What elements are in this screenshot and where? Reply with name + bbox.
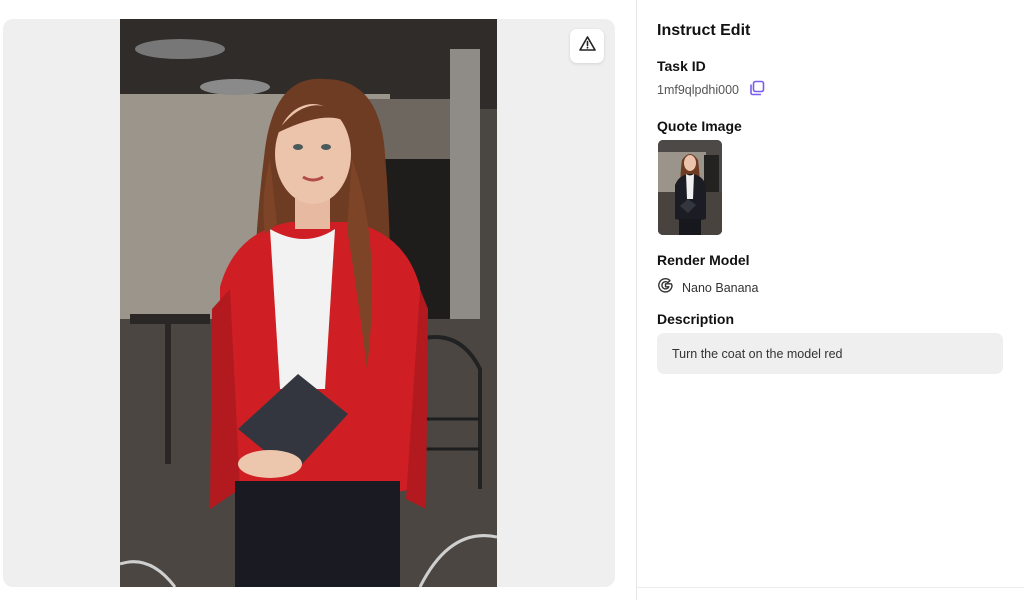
description-box: Turn the coat on the model red: [657, 333, 1003, 374]
app-window: Instruct Edit Task ID 1mf9qlpdhi000 Quot…: [0, 0, 1024, 600]
warning-triangle-icon: [578, 36, 596, 56]
image-preview-area: [3, 19, 615, 587]
copy-task-id-button[interactable]: [748, 80, 766, 101]
task-id-row: 1mf9qlpdhi000: [657, 80, 766, 101]
task-id-label: Task ID: [657, 58, 706, 74]
render-model-row: Nano Banana: [657, 277, 758, 299]
result-image[interactable]: [120, 19, 497, 587]
panel-bottom-border: [637, 587, 1024, 588]
copy-icon: [749, 80, 765, 101]
render-model-label: Render Model: [657, 252, 750, 268]
quote-image-thumbnail[interactable]: [658, 140, 722, 235]
description-text: Turn the coat on the model red: [672, 346, 843, 361]
report-button[interactable]: [570, 29, 604, 63]
panel-title: Instruct Edit: [657, 22, 751, 39]
description-label: Description: [657, 311, 735, 327]
panel-divider: [636, 0, 637, 600]
render-model-value: Nano Banana: [682, 281, 759, 295]
task-id-value: 1mf9qlpdhi000: [657, 83, 740, 97]
quote-image-label: Quote Image: [657, 118, 742, 134]
google-g-icon: [657, 277, 674, 299]
